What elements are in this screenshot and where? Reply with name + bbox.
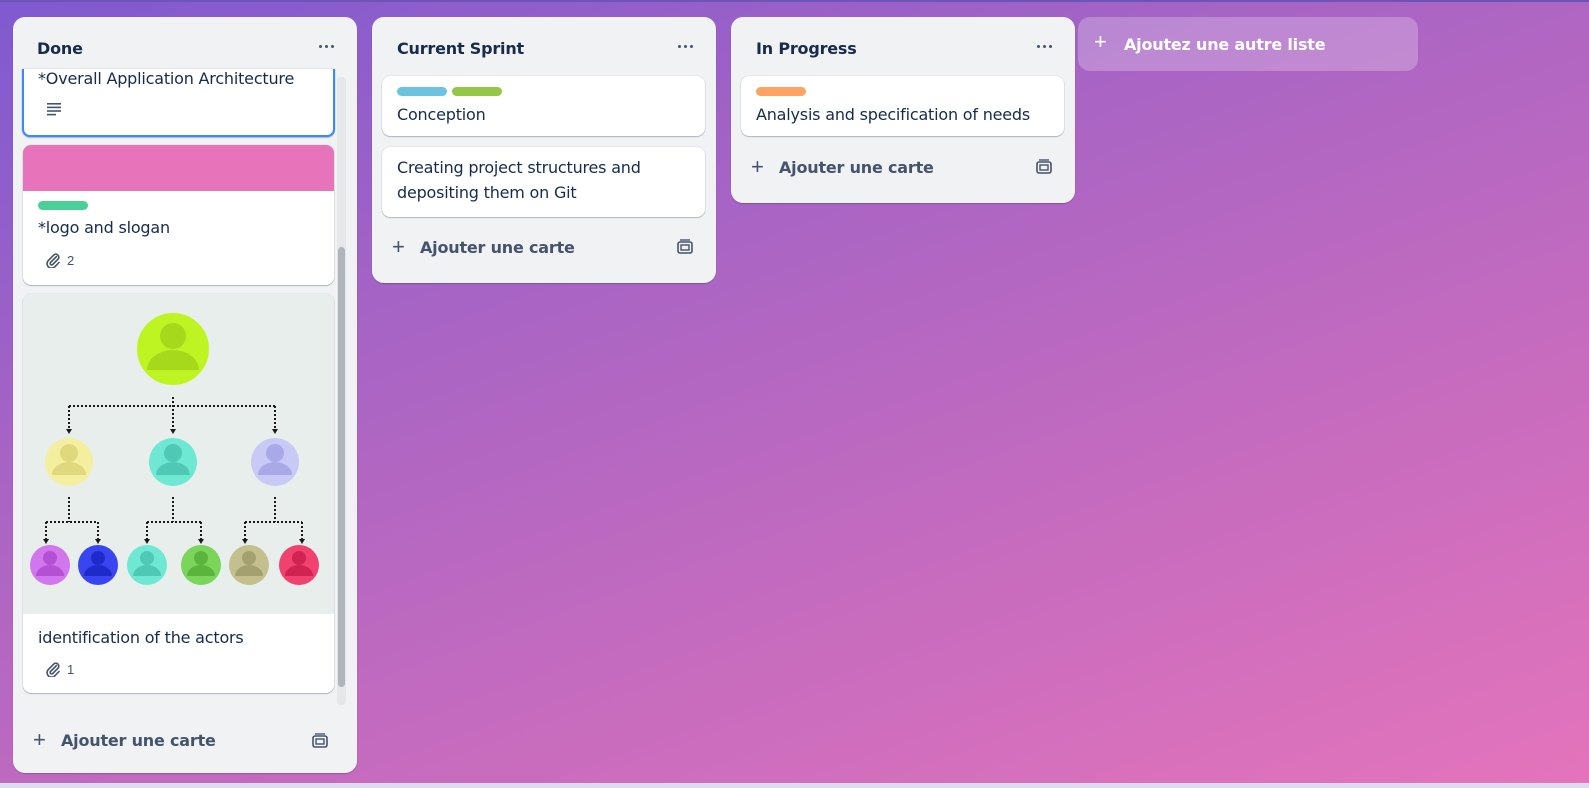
bottom-border xyxy=(0,783,1589,788)
card-cover xyxy=(23,145,334,191)
card-template-icon[interactable] xyxy=(311,733,329,749)
list-menu-button[interactable] xyxy=(676,38,694,56)
ellipsis-icon xyxy=(678,45,681,48)
add-card-button[interactable]: + Ajouter une carte xyxy=(392,231,575,263)
list-in-progress: In Progress Analysis and specification o… xyxy=(731,17,1075,203)
org-chart-image xyxy=(23,294,334,614)
list-header[interactable]: In Progress xyxy=(731,17,1075,73)
add-card-label: Ajouter une carte xyxy=(61,730,216,750)
plus-icon: + xyxy=(392,234,405,259)
plus-icon: + xyxy=(1094,29,1107,54)
list-title[interactable]: In Progress xyxy=(756,39,857,58)
card-conception[interactable]: Conception xyxy=(382,76,705,136)
list-menu-button[interactable] xyxy=(317,38,335,56)
add-card-label: Ajouter une carte xyxy=(779,157,934,177)
add-card-button[interactable]: + Ajouter une carte xyxy=(751,151,934,183)
list-done: Done *Overall Application Architecture *… xyxy=(13,17,357,773)
add-card-button[interactable]: + Ajouter une carte xyxy=(33,724,216,756)
card-title: *logo and slogan xyxy=(38,218,170,237)
attachment-badge: 1 xyxy=(45,661,74,677)
card-template-icon[interactable] xyxy=(676,239,694,255)
list-header[interactable]: Current Sprint xyxy=(372,17,716,73)
card-title-line-2: depositing them on Git xyxy=(397,183,577,202)
card-template-icon[interactable] xyxy=(1035,159,1053,175)
add-list-label: Ajoutez une autre liste xyxy=(1124,35,1326,54)
paperclip-icon xyxy=(46,662,60,677)
card-project-structures[interactable]: Creating project structures and depositi… xyxy=(382,147,705,217)
list-title[interactable]: Done xyxy=(37,39,83,58)
card-label[interactable] xyxy=(756,87,806,96)
list-title[interactable]: Current Sprint xyxy=(397,39,524,58)
ellipsis-icon xyxy=(1037,45,1040,48)
card-analysis-needs[interactable]: Analysis and specification of needs xyxy=(741,76,1064,136)
list-header[interactable]: Done xyxy=(13,17,357,73)
list-menu-button[interactable] xyxy=(1035,38,1053,56)
add-card-label: Ajouter une carte xyxy=(420,237,575,257)
card-title: Analysis and specification of needs xyxy=(756,105,1031,124)
attachment-count: 1 xyxy=(67,661,75,677)
card-label[interactable] xyxy=(452,87,502,96)
card-title-line-1: Creating project structures and xyxy=(397,158,641,177)
ellipsis-icon xyxy=(319,45,322,48)
list-scrollbar[interactable] xyxy=(337,77,346,705)
card-label[interactable] xyxy=(38,201,88,210)
description-icon xyxy=(47,103,61,116)
attachment-count: 2 xyxy=(67,252,75,268)
card-identification-actors[interactable]: identification of the actors 1 xyxy=(23,294,334,693)
card-logo-slogan[interactable]: *logo and slogan 2 xyxy=(23,145,334,285)
scrollbar-thumb[interactable] xyxy=(338,247,345,687)
card-label[interactable] xyxy=(397,87,447,96)
add-list-button[interactable]: + Ajoutez une autre liste xyxy=(1078,17,1418,71)
card-title: identification of the actors xyxy=(38,628,244,647)
card-title: Conception xyxy=(397,105,486,124)
paperclip-icon xyxy=(46,253,60,268)
attachment-badge: 2 xyxy=(45,252,74,268)
plus-icon: + xyxy=(33,727,46,752)
card-title: *Overall Application Architecture xyxy=(38,69,295,88)
list-current-sprint: Current Sprint Conception Creating proje… xyxy=(372,17,716,283)
plus-icon: + xyxy=(751,154,764,179)
card-overall-architecture[interactable]: *Overall Application Architecture xyxy=(22,69,335,137)
top-border xyxy=(0,0,1589,2)
